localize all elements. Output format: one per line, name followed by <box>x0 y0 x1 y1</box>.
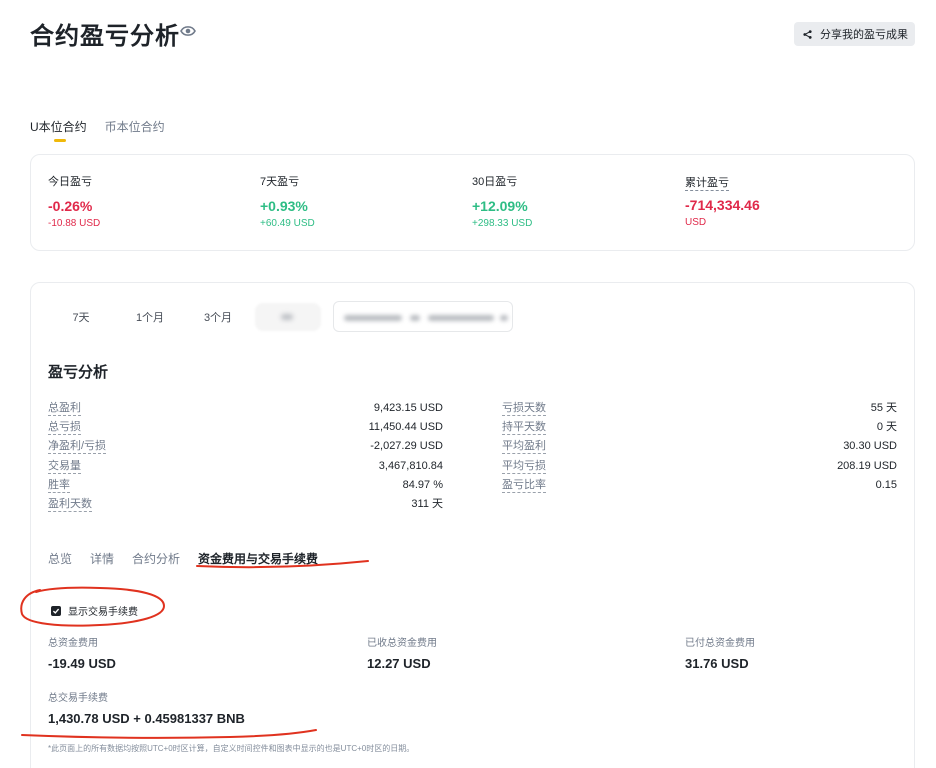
total-pnl: 累计盈亏 -714,334.46 USD <box>685 173 760 228</box>
metric-row: 总盈利 9,423.15 USD <box>48 402 443 418</box>
metric-value: -2,027.29 USD <box>370 440 443 452</box>
metric-value: 9,423.15 USD <box>373 402 443 414</box>
metric-value: 11,450.44 USD <box>368 421 443 433</box>
metric-row: 净盈利/亏损 -2,027.29 USD <box>48 440 443 456</box>
metric-row: 盈利天数 311 天 <box>48 498 443 514</box>
metric-row: 胜率 84.97 % <box>48 479 443 495</box>
timezone-footnote: *此页面上的所有数据均按照UTC+0时区计算，自定义时间控件和图表中显示的也是U… <box>48 744 415 753</box>
today-pnl-percent: -0.26% <box>48 198 93 214</box>
eye-icon[interactable] <box>180 24 196 38</box>
received-funding-value: 12.27 USD <box>367 656 431 671</box>
week-pnl-percent: +0.93% <box>260 198 308 214</box>
month-pnl-label: 30日盈亏 <box>472 176 518 188</box>
range-1m-button[interactable]: 1个月 <box>129 303 171 331</box>
received-funding-label: 已收总资金费用 <box>367 638 437 649</box>
checkbox-checked-icon[interactable] <box>51 605 61 616</box>
show-trading-fee-label: 显示交易手续费 <box>68 607 138 618</box>
total-pnl-label[interactable]: 累计盈亏 <box>685 177 729 191</box>
analysis-subtabs: 总览 详情 合约分析 资金费用与交易手续费 <box>48 550 336 567</box>
metric-value: 55 天 <box>870 402 897 414</box>
today-pnl-usd: -10.88 USD <box>48 218 101 229</box>
total-trading-fee-label: 总交易手续费 <box>48 693 108 704</box>
show-trading-fee-toggle[interactable]: 显示交易手续费 <box>51 603 138 618</box>
metric-row: 平均盈利 30.30 USD <box>502 440 897 456</box>
metric-value: 84.97 % <box>402 479 443 491</box>
paid-funding-value: 31.76 USD <box>685 656 749 671</box>
date-range-picker[interactable] <box>333 301 513 332</box>
pnl-analysis-card: 7天 1个月 3个月 盈亏分析 总盈利 9,423.15 USD 总亏损 11,… <box>30 282 915 768</box>
share-pnl-button[interactable]: 分享我的盈亏成果 <box>794 22 915 46</box>
share-icon <box>803 29 812 39</box>
pnl-summary-card: 今日盈亏 -0.26% -10.88 USD 7天盈亏 +0.93% +60.4… <box>30 154 915 251</box>
share-button-label: 分享我的盈亏成果 <box>820 29 908 41</box>
total-funding-value: -19.49 USD <box>48 656 116 671</box>
tab-usdm-futures[interactable]: U本位合约 <box>30 118 87 142</box>
metric-value: 311 天 <box>411 498 443 510</box>
metric-label[interactable]: 净盈利/亏损 <box>48 440 107 454</box>
tab-overview[interactable]: 总览 <box>48 550 72 567</box>
metric-row: 亏损天数 55 天 <box>502 402 897 418</box>
metric-value: 0 天 <box>876 421 897 433</box>
week-pnl-label: 7天盈亏 <box>260 176 300 188</box>
custom-range-button[interactable] <box>255 303 321 331</box>
metric-label[interactable]: 胜率 <box>48 479 70 493</box>
metric-value: 208.19 USD <box>837 460 897 472</box>
month-pnl-percent: +12.09% <box>472 198 528 214</box>
week-pnl: 7天盈亏 +0.93% +60.49 USD <box>260 173 315 229</box>
metric-label[interactable]: 总亏损 <box>48 421 81 435</box>
metric-label[interactable]: 持平天数 <box>502 421 546 435</box>
metric-label[interactable]: 盈亏比率 <box>502 479 546 493</box>
metric-value: 30.30 USD <box>843 440 897 452</box>
today-pnl: 今日盈亏 -0.26% -10.88 USD <box>48 173 100 229</box>
range-7d-button[interactable]: 7天 <box>61 303 101 331</box>
tab-coinm-futures[interactable]: 币本位合约 <box>105 118 165 135</box>
total-funding-label: 总资金费用 <box>48 638 98 649</box>
paid-funding-label: 已付总资金费用 <box>685 638 755 649</box>
month-pnl-usd: +298.33 USD <box>472 218 533 229</box>
metric-row: 持平天数 0 天 <box>502 421 897 437</box>
metric-label[interactable]: 平均盈利 <box>502 440 546 454</box>
today-pnl-label: 今日盈亏 <box>48 176 92 188</box>
metric-label[interactable]: 盈利天数 <box>48 498 92 512</box>
contract-tabs: U本位合约 币本位合约 <box>30 118 183 142</box>
month-pnl: 30日盈亏 +12.09% +298.33 USD <box>472 173 532 229</box>
metric-row: 盈亏比率 0.15 <box>502 479 897 495</box>
metric-row: 交易量 3,467,810.84 <box>48 460 443 476</box>
metric-value: 0.15 <box>875 479 897 491</box>
total-trading-fee-value: 1,430.78 USD + 0.45981337 BNB <box>48 711 245 726</box>
total-pnl-unit: USD <box>685 217 707 228</box>
metric-label[interactable]: 交易量 <box>48 460 81 474</box>
week-pnl-usd: +60.49 USD <box>260 218 315 229</box>
metric-row: 平均亏损 208.19 USD <box>502 460 897 476</box>
tab-details[interactable]: 详情 <box>90 550 114 567</box>
pnl-analysis-title: 盈亏分析 <box>48 364 109 381</box>
metric-value: 3,467,810.84 <box>378 460 443 472</box>
tab-funding-and-fees[interactable]: 资金费用与交易手续费 <box>198 550 318 567</box>
tab-contract-analysis[interactable]: 合约分析 <box>132 550 180 567</box>
total-pnl-value: -714,334.46 <box>685 197 760 213</box>
metric-label[interactable]: 总盈利 <box>48 402 81 416</box>
range-3m-button[interactable]: 3个月 <box>197 303 239 331</box>
page-title: 合约盈亏分析 <box>30 23 180 50</box>
metric-label[interactable]: 平均亏损 <box>502 460 546 474</box>
metric-label[interactable]: 亏损天数 <box>502 402 546 416</box>
metric-row: 总亏损 11,450.44 USD <box>48 421 443 437</box>
